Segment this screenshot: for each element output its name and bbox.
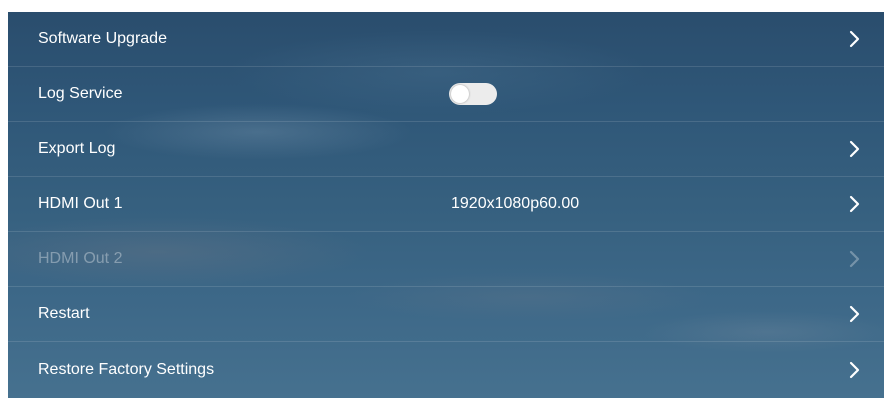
restart-label: Restart — [38, 305, 90, 322]
software-upgrade-row[interactable]: Software Upgrade — [8, 12, 884, 67]
chevron-right-icon — [848, 195, 862, 213]
log-service-row: Log Service — [8, 67, 884, 122]
hdmi-out-1-label: HDMI Out 1 — [38, 195, 123, 212]
export-log-row[interactable]: Export Log — [8, 122, 884, 177]
log-service-toggle[interactable] — [449, 83, 497, 105]
chevron-right-icon — [848, 305, 862, 323]
software-upgrade-label: Software Upgrade — [38, 30, 167, 47]
hdmi-out-2-label: HDMI Out 2 — [38, 250, 123, 267]
log-service-label: Log Service — [38, 85, 123, 102]
hdmi-out-1-value: 1920x1080p60.00 — [451, 195, 580, 212]
export-log-label: Export Log — [38, 140, 116, 157]
toggle-knob — [451, 85, 469, 103]
restart-row[interactable]: Restart — [8, 287, 884, 342]
restore-factory-settings-label: Restore Factory Settings — [38, 360, 215, 378]
chevron-right-icon — [848, 30, 862, 48]
restore-factory-settings-row[interactable]: Restore Factory Settings — [8, 342, 884, 397]
hdmi-out-2-row: HDMI Out 2 — [8, 232, 884, 287]
chevron-right-icon — [848, 250, 862, 268]
hdmi-out-1-row[interactable]: HDMI Out 1 1920x1080p60.00 — [8, 177, 884, 232]
chevron-right-icon — [848, 140, 862, 158]
chevron-right-icon — [848, 361, 862, 379]
settings-panel: Software Upgrade Log Service Export Log … — [8, 12, 884, 398]
